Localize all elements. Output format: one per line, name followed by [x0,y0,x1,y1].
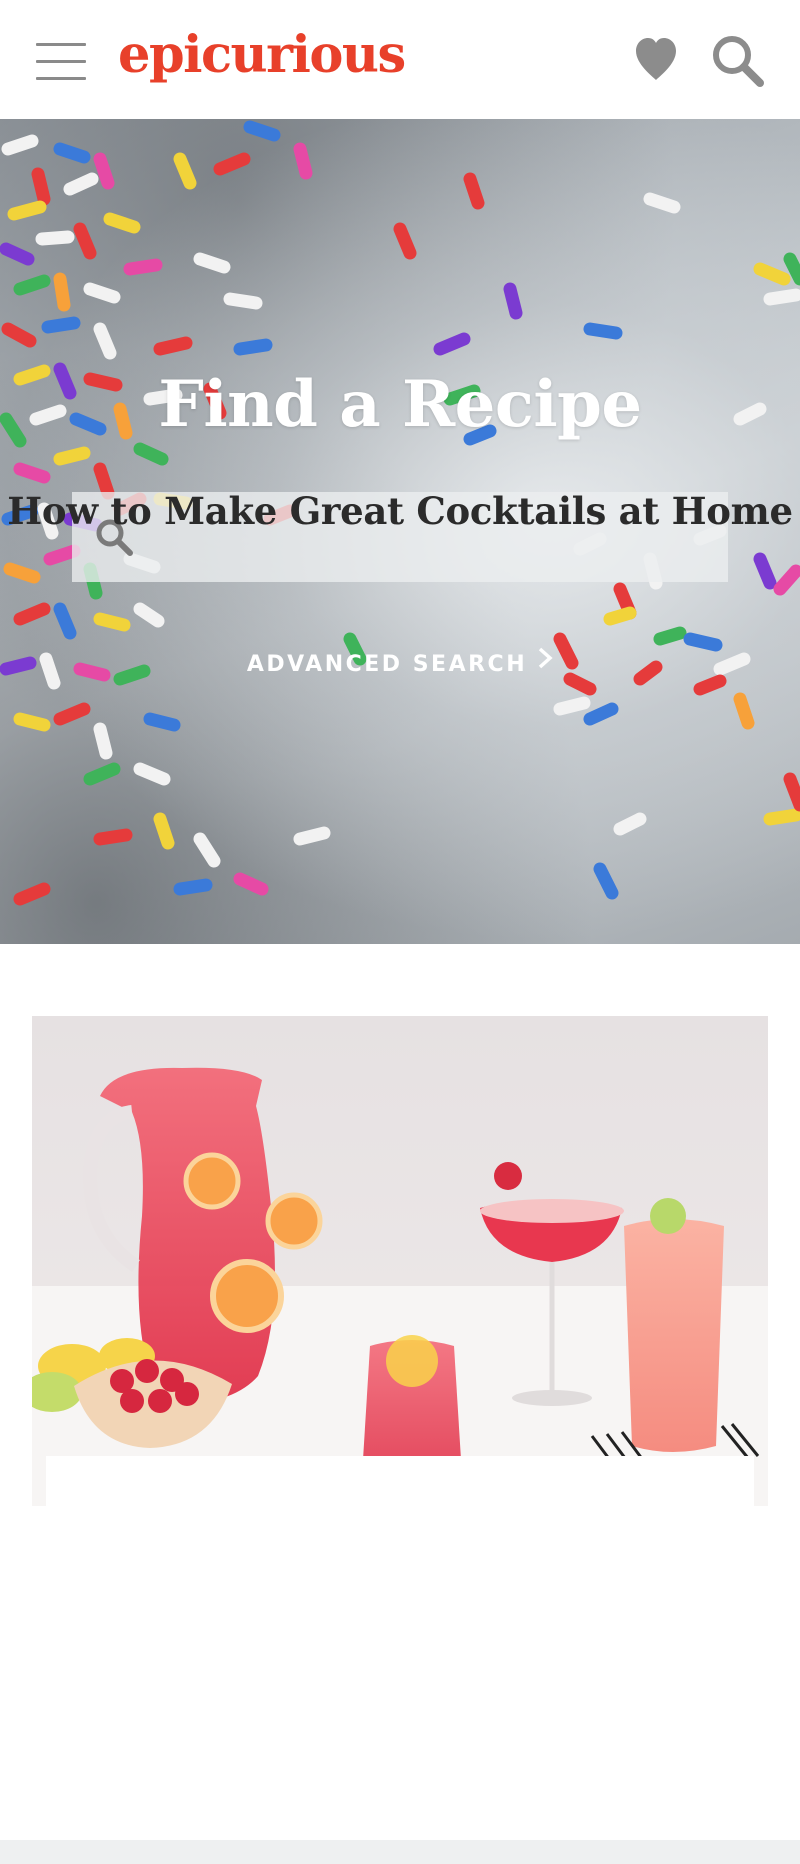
feature-card-title[interactable]: How to Make Great Cocktails at Home [0,486,800,536]
hamburger-menu-icon[interactable] [36,43,86,81]
feature-card[interactable] [32,1016,768,1556]
advanced-search-label: ADVANCED SEARCH [246,652,528,677]
card-caption-bg [46,1456,754,1556]
hero-title: Find a Recipe [158,367,642,442]
chevron-right-icon [537,647,553,679]
site-logo[interactable]: epicurious [118,20,406,90]
advanced-search-link[interactable]: ADVANCED SEARCH [0,647,800,681]
heart-icon[interactable] [632,34,680,84]
search-icon[interactable] [710,33,766,89]
site-header: epicurious [0,0,800,119]
pitcher-and-cocktails-photo [32,1016,768,1506]
footer-band [0,1840,800,1864]
